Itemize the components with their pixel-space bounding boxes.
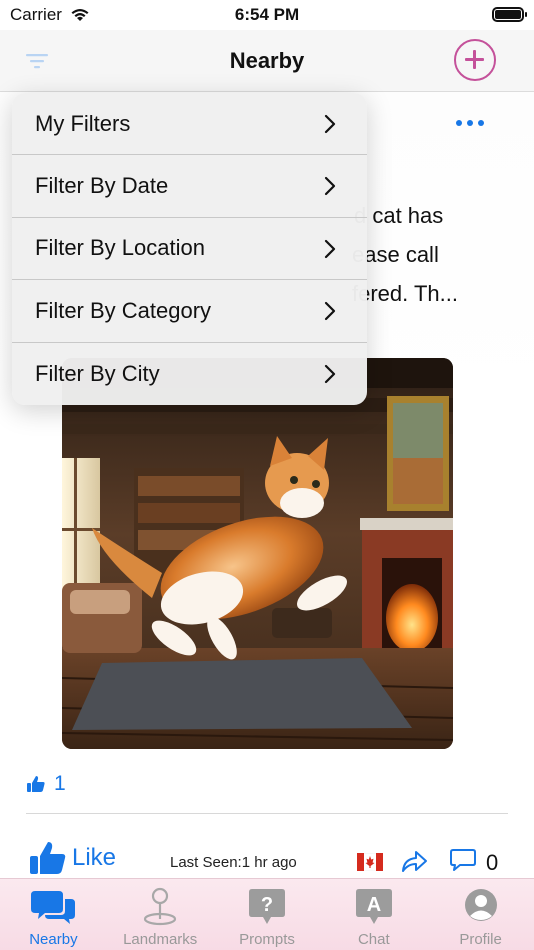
menu-item-label: Filter By Location	[35, 235, 205, 261]
person-icon	[464, 889, 497, 921]
chevron-right-icon	[324, 239, 336, 258]
add-post-button[interactable]	[454, 39, 496, 81]
menu-item-label: My Filters	[35, 110, 131, 136]
tab-prompts[interactable]: ? Prompts	[214, 879, 321, 950]
menu-item-my-filters[interactable]: My Filters	[12, 93, 367, 156]
battery-icon	[492, 7, 527, 22]
tab-label: Nearby	[29, 931, 78, 948]
wifi-icon	[71, 9, 89, 21]
menu-item-label: Filter By Category	[35, 297, 212, 323]
more-dot-icon	[456, 120, 462, 126]
thumbs-up-icon	[30, 842, 66, 874]
carrier-label: Carrier	[10, 5, 62, 24]
chat-bubbles-icon	[31, 891, 76, 924]
chevron-right-icon	[324, 177, 336, 196]
chevron-right-icon	[324, 114, 336, 134]
more-dot-icon	[467, 120, 473, 126]
post-image[interactable]	[62, 358, 453, 749]
comment-count: 0	[486, 850, 499, 875]
status-carrier-group: Carrier	[10, 5, 90, 25]
menu-item-label: Filter By City	[35, 360, 160, 386]
likes-summary: 1	[26, 772, 66, 796]
like-label: Like	[72, 844, 117, 871]
share-icon[interactable]	[400, 849, 428, 873]
letter-a-bubble-icon: A	[355, 889, 392, 924]
menu-item-filter-by-category[interactable]: Filter By Category	[12, 280, 367, 343]
menu-item-filter-by-location[interactable]: Filter By Location	[12, 218, 367, 281]
divider	[26, 813, 508, 814]
menu-item-label: Filter By Date	[35, 173, 169, 199]
tab-label: Profile	[459, 931, 502, 948]
svg-text:A: A	[367, 894, 381, 916]
tab-landmarks[interactable]: Landmarks	[107, 879, 214, 950]
comment-icon[interactable]	[450, 848, 476, 872]
tab-label: Chat	[357, 931, 390, 948]
thumbs-up-icon	[27, 776, 45, 792]
filter-menu: My Filters Filter By Date Filter By Loca…	[12, 93, 367, 405]
tab-profile[interactable]: Profile	[427, 879, 534, 950]
canada-flag-icon	[357, 853, 383, 871]
chevron-right-icon	[324, 302, 336, 321]
tab-nearby[interactable]: Nearby	[0, 879, 107, 950]
map-pin-icon	[144, 887, 177, 926]
likes-count: 1	[54, 772, 66, 795]
more-dot-icon	[478, 120, 484, 126]
nav-bar: Nearby	[0, 30, 534, 92]
tab-chat[interactable]: A Chat	[320, 879, 427, 950]
more-options-button[interactable]	[456, 114, 488, 132]
status-bar: Carrier 6:54 PM	[0, 0, 534, 30]
post-actions: Like Last Seen:1 hr ago 0	[0, 834, 534, 878]
tab-label: Prompts	[239, 931, 295, 948]
question-bubble-icon: ?	[248, 889, 285, 924]
chevron-right-icon	[324, 364, 336, 383]
menu-item-filter-by-date[interactable]: Filter By Date	[12, 155, 367, 218]
tab-label: Landmarks	[123, 931, 198, 948]
svg-text:?: ?	[261, 894, 273, 916]
menu-item-filter-by-city[interactable]: Filter By City	[12, 343, 367, 405]
tab-bar: Nearby Landmarks ? Prompts A Chat Profil…	[0, 878, 534, 950]
last-seen-text: Last Seen:1 hr ago	[170, 854, 297, 871]
like-button[interactable]: Like	[28, 838, 116, 878]
